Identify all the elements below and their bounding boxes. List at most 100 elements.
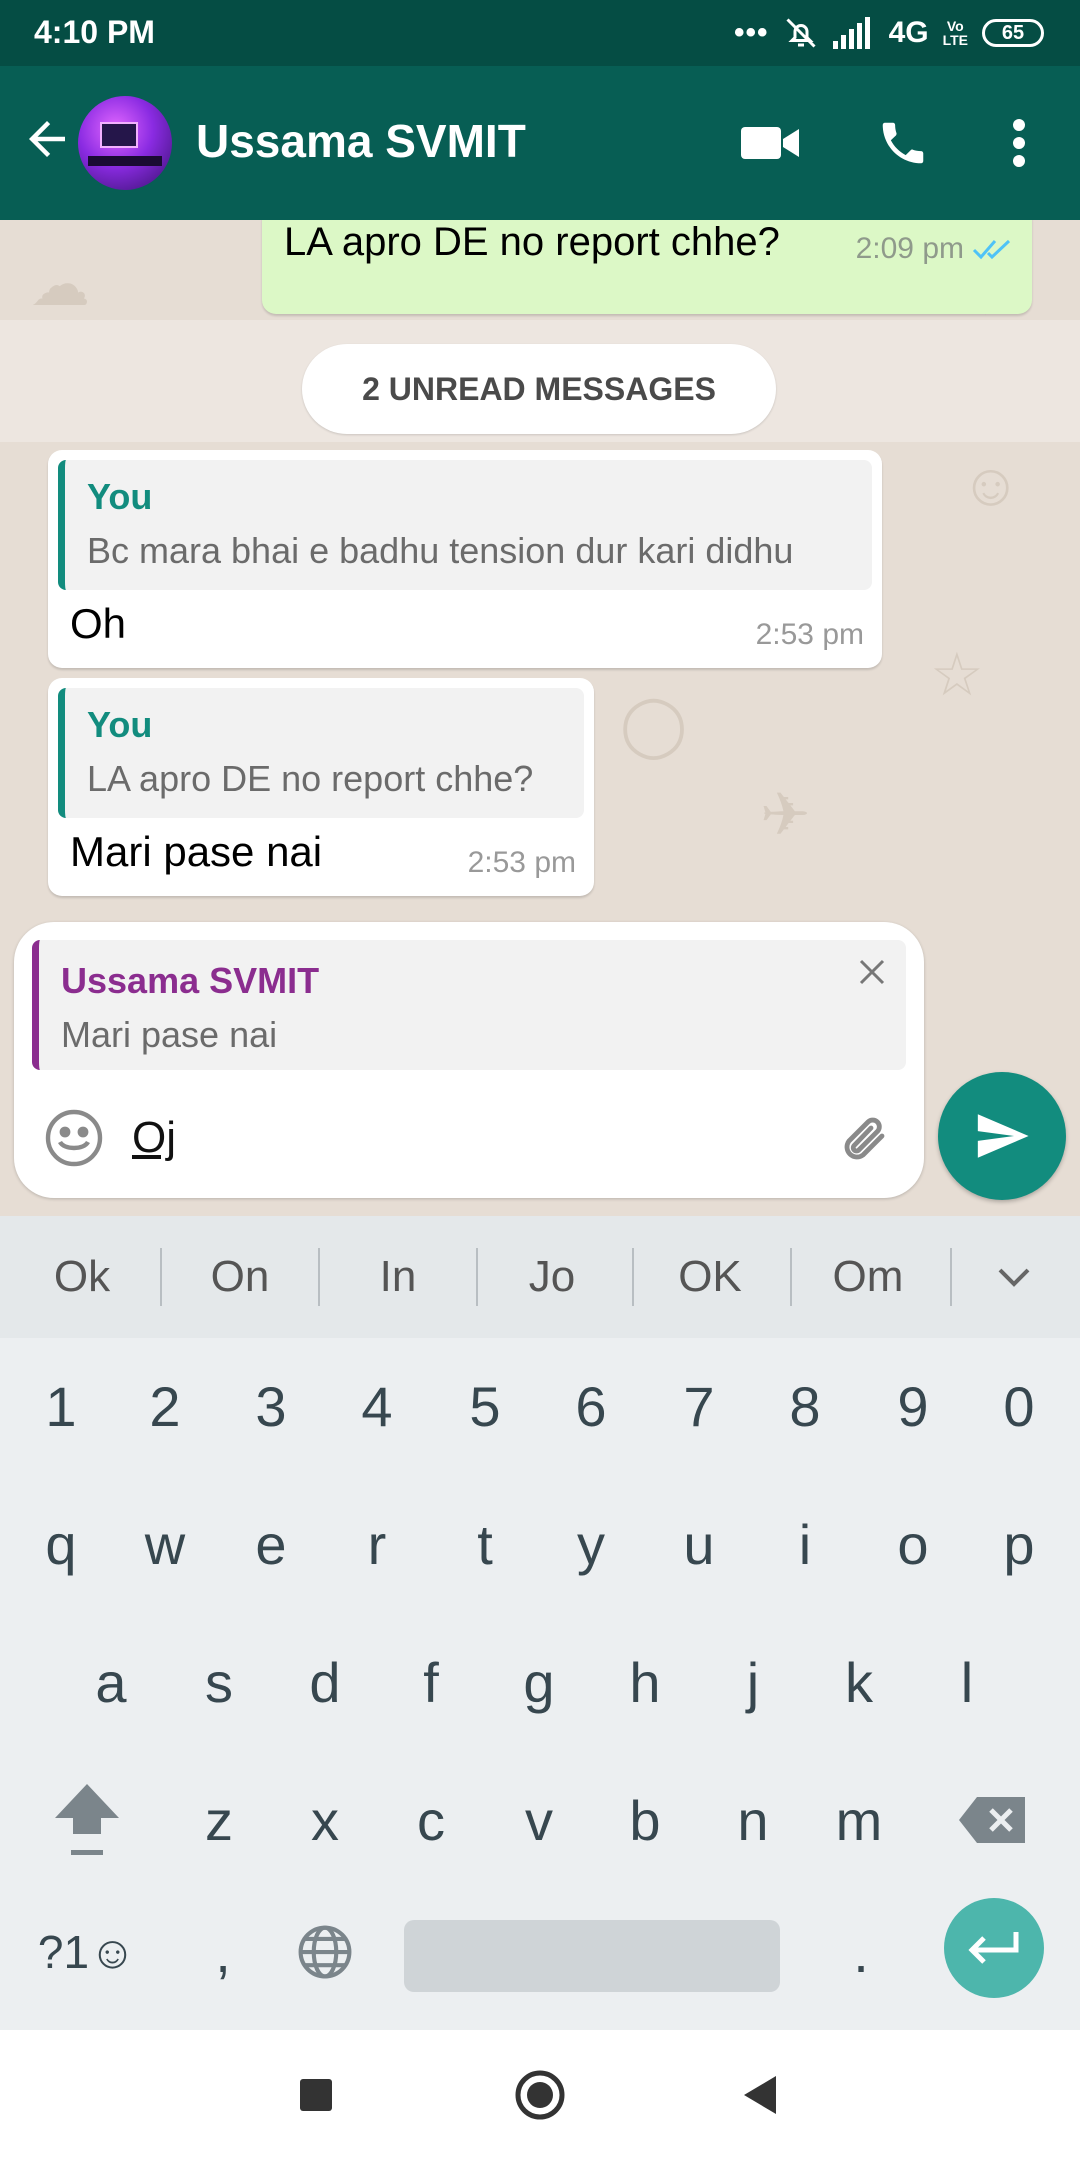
muted-bell-icon xyxy=(786,18,816,48)
suggestion-item[interactable]: In xyxy=(320,1216,476,1338)
double-check-icon xyxy=(972,239,1011,260)
chat-header: Ussama SVMIT xyxy=(0,66,1080,220)
symbols-key[interactable]: ?1☺ xyxy=(22,1892,152,2012)
key[interactable]: i xyxy=(752,1484,858,1604)
video-call-button[interactable] xyxy=(738,110,804,176)
backspace-key[interactable] xyxy=(940,1760,1046,1880)
circle-home-icon xyxy=(515,2070,565,2120)
quoted-text: LA apro DE no report chhe? xyxy=(87,758,534,799)
volte-bottom: LTE xyxy=(942,32,968,48)
language-key[interactable] xyxy=(272,1892,378,2012)
key[interactable]: y xyxy=(538,1484,644,1604)
emoji-button[interactable] xyxy=(42,1106,106,1170)
attach-button[interactable] xyxy=(834,1108,898,1172)
key[interactable]: a xyxy=(58,1622,164,1742)
key[interactable]: c xyxy=(378,1760,484,1880)
key[interactable]: 6 xyxy=(538,1346,644,1466)
voice-call-button[interactable] xyxy=(870,110,936,176)
avatar-monitor-shape xyxy=(100,122,138,148)
avatar-desk-shape xyxy=(88,156,162,166)
key[interactable]: u xyxy=(646,1484,752,1604)
key[interactable]: 5 xyxy=(432,1346,538,1466)
key[interactable]: k xyxy=(806,1622,912,1742)
status-bar: 4:10 PM ••• 4G Vo LTE 65 xyxy=(0,0,1080,66)
suggestion-item[interactable]: Ok xyxy=(4,1216,160,1338)
suggestion-item[interactable]: On xyxy=(162,1216,318,1338)
message-input[interactable]: Oj xyxy=(132,1106,832,1170)
send-button[interactable] xyxy=(938,1072,1066,1200)
key[interactable]: q xyxy=(8,1484,114,1604)
comma-key[interactable]: , xyxy=(170,1892,276,2012)
video-call-icon xyxy=(741,127,799,159)
message-time: 2:53 pm xyxy=(755,618,864,651)
key[interactable]: m xyxy=(806,1760,912,1880)
key[interactable]: n xyxy=(700,1760,806,1880)
key[interactable]: h xyxy=(592,1622,698,1742)
period-key[interactable]: . xyxy=(808,1892,914,2012)
enter-key[interactable] xyxy=(944,1898,1044,1998)
key[interactable]: d xyxy=(272,1622,378,1742)
volte-top: Vo xyxy=(946,18,964,34)
key[interactable]: p xyxy=(966,1484,1072,1604)
key[interactable]: 0 xyxy=(966,1346,1072,1466)
key[interactable]: s xyxy=(166,1622,272,1742)
key[interactable]: j xyxy=(700,1622,806,1742)
contact-name[interactable]: Ussama SVMIT xyxy=(196,114,526,168)
key[interactable]: l xyxy=(914,1622,1020,1742)
key[interactable]: o xyxy=(860,1484,966,1604)
shift-key[interactable] xyxy=(34,1760,140,1880)
key[interactable]: 3 xyxy=(218,1346,324,1466)
key[interactable]: 8 xyxy=(752,1346,858,1466)
key[interactable]: 2 xyxy=(112,1346,218,1466)
status-icons: ••• 4G Vo LTE 65 xyxy=(734,12,1044,54)
back-button[interactable] xyxy=(20,112,74,166)
wallpaper-doodle: ☺ xyxy=(960,451,1022,518)
outgoing-message-text: LA apro DE no report chhe? xyxy=(284,220,780,264)
reply-preview[interactable]: Ussama SVMIT Mari pase nai xyxy=(32,940,906,1070)
key[interactable]: e xyxy=(218,1484,324,1604)
key[interactable]: z xyxy=(166,1760,272,1880)
key[interactable]: x xyxy=(272,1760,378,1880)
wallpaper-doodle: ◯ xyxy=(620,691,688,758)
collapse-suggestions-button[interactable] xyxy=(964,1216,1064,1338)
wallpaper-doodle: ☆ xyxy=(930,641,984,708)
key[interactable]: r xyxy=(324,1484,430,1604)
incoming-message[interactable]: You LA apro DE no report chhe? Mari pase… xyxy=(48,678,594,896)
incoming-message[interactable]: You Bc mara bhai e badhu tension dur kar… xyxy=(48,450,882,668)
close-icon xyxy=(859,959,885,985)
recents-button[interactable] xyxy=(281,2060,351,2130)
back-nav-button[interactable] xyxy=(725,2060,795,2130)
cancel-reply-button[interactable] xyxy=(852,952,892,992)
key[interactable]: 7 xyxy=(646,1346,752,1466)
key[interactable]: 9 xyxy=(860,1346,966,1466)
backspace-icon xyxy=(959,1797,1025,1843)
home-button[interactable] xyxy=(505,2060,575,2130)
space-key[interactable] xyxy=(404,1920,780,1992)
network-type: 4G xyxy=(888,16,929,49)
send-icon xyxy=(977,1114,1029,1158)
key[interactable]: w xyxy=(112,1484,218,1604)
battery-level: 65 xyxy=(1001,21,1025,44)
key[interactable]: 4 xyxy=(324,1346,430,1466)
reply-preview-text: Mari pase nai xyxy=(61,1014,278,1055)
triangle-back-icon xyxy=(744,2076,776,2114)
message-text: Oh xyxy=(70,600,127,647)
key[interactable]: v xyxy=(486,1760,592,1880)
suggestion-item[interactable]: Jo xyxy=(474,1216,630,1338)
globe-icon xyxy=(298,1925,352,1979)
notification-dots: ••• xyxy=(734,16,769,49)
key[interactable]: f xyxy=(378,1622,484,1742)
volte-badge: Vo LTE xyxy=(943,19,968,47)
suggestion-item[interactable]: OK xyxy=(632,1216,788,1338)
suggestion-item[interactable]: Om xyxy=(790,1216,946,1338)
key[interactable]: g xyxy=(486,1622,592,1742)
more-options-button[interactable] xyxy=(986,110,1052,176)
quoted-message[interactable]: You LA apro DE no report chhe? xyxy=(58,688,584,818)
status-time: 4:10 PM xyxy=(34,14,155,50)
key[interactable]: 1 xyxy=(8,1346,114,1466)
quoted-message[interactable]: You Bc mara bhai e badhu tension dur kar… xyxy=(58,460,872,590)
outgoing-message[interactable]: LA apro DE no report chhe? 2:09 pm xyxy=(262,220,1032,314)
avatar[interactable] xyxy=(78,96,172,190)
key[interactable]: b xyxy=(592,1760,698,1880)
key[interactable]: t xyxy=(432,1484,538,1604)
